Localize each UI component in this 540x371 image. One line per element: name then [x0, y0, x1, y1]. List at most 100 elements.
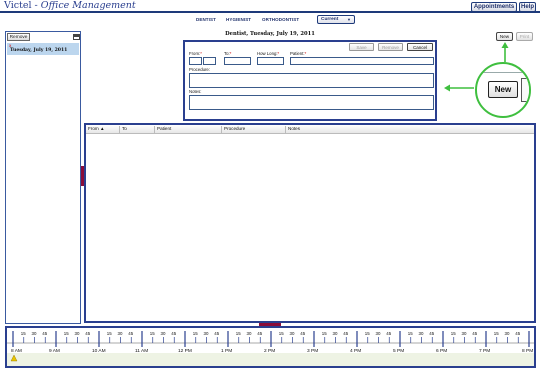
- hour-label: 12 PM: [178, 348, 192, 354]
- minute-label: 15: [365, 331, 370, 336]
- tab-orthodontist[interactable]: ORTHODONTIST: [262, 17, 299, 22]
- chevron-down-icon: ▼: [347, 17, 351, 22]
- minute-label: 45: [214, 331, 219, 336]
- minute-label: 15: [150, 331, 155, 336]
- cancel-button[interactable]: Cancel: [407, 43, 433, 51]
- minute-label: 30: [376, 331, 381, 336]
- minute-label: 45: [300, 331, 305, 336]
- zoom-callout: New: [475, 62, 531, 118]
- minute-label: 30: [204, 331, 209, 336]
- minute-label: 45: [257, 331, 262, 336]
- remove-appointment-button[interactable]: Remove: [378, 43, 403, 51]
- hour-label: 2 PM: [264, 348, 275, 354]
- new-button[interactable]: New: [496, 32, 513, 41]
- app-header: Victel - Office Management Appointments …: [0, 0, 540, 13]
- from-label: From:*: [189, 51, 202, 56]
- hour-label: 3 PM: [307, 348, 318, 354]
- zoom-print-button-edge: [521, 78, 529, 102]
- minute-label: 30: [75, 331, 80, 336]
- minute-label: 15: [64, 331, 69, 336]
- how-long-field[interactable]: [257, 57, 284, 65]
- hour-label: 5 PM: [393, 348, 404, 354]
- minute-label: 45: [429, 331, 434, 336]
- minute-label: 30: [161, 331, 166, 336]
- tab-hygienist[interactable]: HYGIENIST: [226, 17, 251, 22]
- minute-label: 30: [505, 331, 510, 336]
- minute-label: 15: [193, 331, 198, 336]
- notes-field[interactable]: [189, 95, 434, 110]
- app-subtitle: Office Management: [40, 0, 136, 11]
- column-header-procedure[interactable]: Procedure: [221, 126, 285, 133]
- minute-label: 45: [85, 331, 90, 336]
- app-name: Victel: [4, 0, 32, 11]
- minute-label: 30: [290, 331, 295, 336]
- minute-label: 45: [472, 331, 477, 336]
- grid-header: From ▲ To Patient Procedure Notes: [86, 125, 534, 134]
- procedure-label: Procedure:: [189, 67, 211, 72]
- form-title: Dentist, Tuesday, July 19, 2011: [225, 31, 315, 37]
- minute-label: 30: [247, 331, 252, 336]
- minute-label: 15: [21, 331, 26, 336]
- procedure-field[interactable]: [189, 73, 434, 88]
- column-header-to[interactable]: To: [119, 126, 154, 133]
- minute-label: 15: [322, 331, 327, 336]
- hour-label: 1 PM: [221, 348, 232, 354]
- hour-label: 8 PM: [522, 348, 533, 354]
- minute-label: 45: [171, 331, 176, 336]
- hour-label: 10 AM: [92, 348, 106, 354]
- zoom-divider: [477, 72, 529, 73]
- view-select-value: Current: [321, 17, 339, 22]
- minute-label: 15: [408, 331, 413, 336]
- timeline-ruler: 8 AM 15 30 45 9 AM 15 30 45 10 AM 15 30 45 11 AM 15 30…: [7, 331, 534, 366]
- column-header-from[interactable]: From ▲: [86, 126, 119, 133]
- hour-label: 7 PM: [479, 348, 490, 354]
- to-field[interactable]: [224, 57, 251, 65]
- to-label: To:*: [224, 51, 232, 56]
- app-title-separator: -: [31, 0, 41, 11]
- minute-label: 45: [128, 331, 133, 336]
- how-long-label: How Long:*: [257, 51, 280, 56]
- hour-label: 4 PM: [350, 348, 361, 354]
- patient-field[interactable]: [290, 57, 434, 65]
- minute-label: 45: [515, 331, 520, 336]
- minute-label: 45: [386, 331, 391, 336]
- save-button[interactable]: Save: [349, 43, 374, 51]
- column-header-patient[interactable]: Patient: [154, 126, 221, 133]
- date-list-item[interactable]: x Tuesday, July 19, 2011: [7, 43, 79, 55]
- view-select[interactable]: Current ▼: [317, 15, 355, 24]
- day-timeline: 8 AM 15 30 45 9 AM 15 30 45 10 AM 15 30 45 11 AM 15 30…: [5, 326, 536, 368]
- app-title: Victel - Office Management: [4, 0, 136, 11]
- minute-label: 15: [279, 331, 284, 336]
- patient-label: Patient:*: [290, 51, 307, 56]
- from-minute-field[interactable]: [203, 57, 216, 65]
- date-list-panel: Remove x Tuesday, July 19, 2011: [5, 31, 81, 324]
- minute-label: 15: [494, 331, 499, 336]
- appointments-button[interactable]: Appointments: [471, 2, 517, 12]
- column-header-notes[interactable]: Notes: [285, 126, 534, 133]
- notes-label: Notes:: [189, 89, 202, 94]
- minute-label: 45: [42, 331, 47, 336]
- minute-label: 15: [107, 331, 112, 336]
- date-list-item-label: Tuesday, July 19, 2011: [10, 48, 68, 53]
- appointment-grid: From ▲ To Patient Procedure Notes: [84, 123, 536, 323]
- minute-label: 30: [419, 331, 424, 336]
- minute-label: 30: [32, 331, 37, 336]
- timeline-track: [7, 353, 534, 366]
- hour-label: 11 AM: [135, 348, 148, 354]
- callout-arrowhead-up: [501, 42, 509, 48]
- minute-label: 15: [236, 331, 241, 336]
- minute-label: 45: [343, 331, 348, 336]
- zoom-new-button: New: [488, 81, 518, 98]
- minute-label: 30: [462, 331, 467, 336]
- minute-label: 30: [333, 331, 338, 336]
- help-button[interactable]: Help: [519, 2, 536, 12]
- appointment-form: Save Remove Cancel From:* To:* How Long:…: [183, 40, 437, 121]
- print-button[interactable]: Print: [516, 32, 533, 41]
- hour-label: 9 AM: [49, 348, 60, 354]
- minute-label: 30: [118, 331, 123, 336]
- minute-label: 15: [451, 331, 456, 336]
- hour-label: 6 PM: [436, 348, 447, 354]
- from-hour-field[interactable]: [189, 57, 202, 65]
- tab-dentist[interactable]: DENTIST: [196, 17, 216, 22]
- callout-arrowhead-left: [444, 84, 450, 92]
